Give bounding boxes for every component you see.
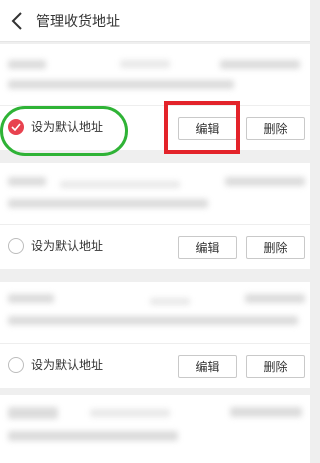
blurred-text [60,181,180,188]
receiver-name-redacted [8,177,46,186]
default-radio-checked[interactable] [8,118,24,135]
receiver-name-redacted [8,407,58,419]
receiver-phone-redacted [220,60,300,69]
set-default-label: 设为默认地址 [31,239,104,253]
back-button[interactable] [0,0,34,42]
address-actions: 设为默认地址 编辑 删除 [0,344,310,388]
blurred-text [150,298,190,305]
blurred-text [90,409,170,417]
address-card [0,395,310,463]
address-line-redacted [8,80,234,89]
top-bar: 管理收货地址 [0,0,310,42]
address-line-redacted [8,316,298,325]
receiver-phone-redacted [230,407,302,417]
set-default-option[interactable]: 设为默认地址 [8,118,103,135]
address-actions: 设为默认地址 编辑 删除 [0,225,310,269]
set-default-option[interactable]: 设为默认地址 [8,356,103,373]
check-icon [11,122,21,131]
address-info [0,44,310,106]
edit-button[interactable]: 编辑 [178,117,237,140]
edit-button[interactable]: 编辑 [178,236,237,259]
delete-button[interactable]: 删除 [246,117,305,140]
page-title: 管理收货地址 [36,13,120,30]
receiver-phone-redacted [245,294,305,303]
blurred-text [120,60,170,68]
address-info [0,163,310,225]
receiver-name-redacted [8,60,46,69]
set-default-label: 设为默认地址 [31,358,104,372]
address-info [0,282,310,344]
default-radio-unchecked[interactable] [8,356,24,373]
edit-button[interactable]: 编辑 [178,355,237,378]
delete-button[interactable]: 删除 [246,236,305,259]
address-card: 设为默认地址 编辑 删除 [0,282,310,388]
chevron-left-icon [11,11,22,30]
default-radio-unchecked[interactable] [8,237,24,254]
address-line-redacted [8,431,178,441]
set-default-label: 设为默认地址 [31,120,104,134]
receiver-phone-redacted [225,177,305,186]
delete-button[interactable]: 删除 [246,355,305,378]
receiver-name-redacted [8,294,54,303]
address-card: 设为默认地址 编辑 删除 [0,44,310,150]
address-actions: 设为默认地址 编辑 删除 [0,106,310,150]
address-card: 设为默认地址 编辑 删除 [0,163,310,269]
set-default-option[interactable]: 设为默认地址 [8,237,103,254]
address-line-redacted [8,199,208,208]
address-info [0,395,310,457]
